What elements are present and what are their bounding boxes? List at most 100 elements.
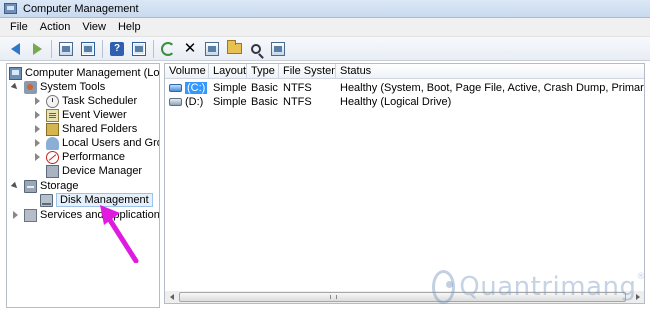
event-viewer-icon bbox=[46, 108, 59, 122]
toolbar-separator bbox=[153, 39, 154, 58]
disk-view-button[interactable] bbox=[269, 40, 287, 58]
tree-item-services[interactable]: Services and Applications bbox=[11, 208, 160, 222]
tree-item-system-tools[interactable]: System Tools bbox=[10, 80, 106, 94]
collapse-arrow-icon[interactable] bbox=[13, 211, 18, 219]
collapse-arrow-icon[interactable] bbox=[35, 97, 40, 105]
console-tree[interactable]: Computer Management (Local System Tools … bbox=[6, 63, 160, 308]
up-folder-icon bbox=[59, 41, 73, 56]
tree-item-label: Disk Management bbox=[56, 193, 153, 207]
console-tree-icon bbox=[81, 41, 95, 56]
collapse-arrow-icon[interactable] bbox=[35, 111, 40, 119]
title-bar: Computer Management bbox=[0, 0, 650, 18]
tree-item-device-manager[interactable]: Device Manager bbox=[46, 164, 142, 178]
folder-icon bbox=[226, 40, 242, 54]
file-system-cell: NTFS bbox=[283, 96, 312, 108]
tree-item-label: System Tools bbox=[40, 81, 106, 93]
horizontal-scrollbar[interactable] bbox=[164, 291, 645, 304]
layout-cell: Simple bbox=[213, 96, 247, 108]
status-cell: Healthy (Logical Drive) bbox=[340, 96, 452, 108]
expand-arrow-icon[interactable] bbox=[10, 82, 20, 92]
status-cell: Healthy (System, Boot, Page File, Active… bbox=[340, 82, 644, 94]
back-arrow-icon bbox=[10, 42, 20, 55]
collapse-arrow-icon[interactable] bbox=[35, 153, 40, 161]
menu-help[interactable]: Help bbox=[112, 18, 147, 37]
menu-bar: File Action View Help bbox=[0, 18, 650, 37]
delete-button[interactable]: ✕ bbox=[181, 40, 199, 58]
tree-item-root[interactable]: Computer Management (Local bbox=[9, 66, 159, 80]
tree-item-label: Task Scheduler bbox=[62, 95, 138, 107]
back-button[interactable] bbox=[6, 40, 24, 58]
refresh-button[interactable] bbox=[159, 40, 177, 58]
help-button[interactable]: ? bbox=[108, 40, 126, 58]
list-header: Volume Layout Type File System Status bbox=[165, 64, 644, 79]
tree-item-label: Event Viewer bbox=[62, 109, 127, 121]
shared-folder-icon bbox=[46, 122, 59, 136]
tree-item-performance[interactable]: Performance bbox=[33, 150, 125, 164]
grip-icon bbox=[330, 295, 337, 299]
column-header-status[interactable]: Status bbox=[336, 64, 644, 79]
tree-item-shared-folders[interactable]: Shared Folders bbox=[33, 122, 137, 136]
help-icon: ? bbox=[110, 41, 124, 56]
table-row[interactable]: (C:) Simple Basic NTFS Healthy (System, … bbox=[165, 81, 644, 95]
column-header-volume[interactable]: Volume bbox=[165, 64, 209, 79]
type-cell: Basic bbox=[251, 82, 278, 94]
properties-icon bbox=[205, 41, 219, 56]
table-row[interactable]: (D:) Simple Basic NTFS Healthy (Logical … bbox=[165, 95, 644, 109]
users-icon bbox=[46, 136, 59, 150]
column-header-layout[interactable]: Layout bbox=[209, 64, 247, 79]
services-icon bbox=[24, 208, 37, 222]
scroll-left-button[interactable] bbox=[165, 291, 178, 303]
tree-item-storage[interactable]: Storage bbox=[10, 179, 79, 193]
magnifier-icon bbox=[251, 43, 261, 54]
system-tools-icon bbox=[24, 80, 37, 94]
scrollbar-thumb[interactable] bbox=[179, 292, 626, 302]
layout-cell: Simple bbox=[213, 82, 247, 94]
tree-item-label: Performance bbox=[62, 151, 125, 163]
disk-view-icon bbox=[271, 41, 285, 56]
tree-item-event-viewer[interactable]: Event Viewer bbox=[33, 108, 127, 122]
type-cell: Basic bbox=[251, 96, 278, 108]
open-folder-button[interactable] bbox=[225, 40, 243, 58]
up-level-button[interactable] bbox=[57, 40, 75, 58]
device-manager-icon bbox=[46, 164, 59, 178]
volume-name: (C:) bbox=[185, 82, 208, 94]
clock-icon bbox=[46, 94, 59, 108]
menu-view[interactable]: View bbox=[76, 18, 112, 37]
performance-icon bbox=[46, 150, 59, 164]
volume-cell: (C:) bbox=[165, 81, 209, 95]
collapse-arrow-icon[interactable] bbox=[35, 125, 40, 133]
tree-item-disk-management[interactable]: Disk Management bbox=[40, 193, 153, 207]
toolbar-separator bbox=[51, 39, 52, 58]
forward-button[interactable] bbox=[28, 40, 46, 58]
search-button[interactable] bbox=[247, 40, 265, 58]
tree-item-label: Services and Applications bbox=[40, 209, 160, 221]
toolbar: ? ✕ bbox=[0, 37, 650, 61]
storage-icon bbox=[24, 179, 37, 193]
expand-arrow-icon[interactable] bbox=[10, 181, 20, 191]
scroll-left-icon bbox=[169, 294, 174, 300]
show-hide-console-tree-button[interactable] bbox=[79, 40, 97, 58]
volume-cell: (D:) bbox=[165, 95, 209, 109]
menu-action[interactable]: Action bbox=[34, 18, 77, 37]
scroll-right-icon bbox=[635, 294, 640, 300]
action-pane-icon bbox=[132, 41, 146, 56]
refresh-icon bbox=[161, 41, 175, 56]
tree-item-label: Local Users and Groups bbox=[62, 137, 159, 149]
disk-management-icon bbox=[40, 193, 53, 207]
menu-file[interactable]: File bbox=[4, 18, 34, 37]
toolbar-separator bbox=[102, 39, 103, 58]
show-hide-action-pane-button[interactable] bbox=[130, 40, 148, 58]
tree-item-local-users[interactable]: Local Users and Groups bbox=[33, 136, 159, 150]
tree-item-task-scheduler[interactable]: Task Scheduler bbox=[33, 94, 137, 108]
forward-arrow-icon bbox=[32, 42, 42, 55]
tree-item-label: Device Manager bbox=[62, 165, 143, 177]
properties-button[interactable] bbox=[203, 40, 221, 58]
collapse-arrow-icon[interactable] bbox=[35, 139, 40, 147]
column-header-file-system[interactable]: File System bbox=[279, 64, 336, 79]
delete-x-icon: ✕ bbox=[183, 39, 197, 57]
column-header-type[interactable]: Type bbox=[247, 64, 279, 79]
volume-list[interactable]: Volume Layout Type File System Status (C… bbox=[164, 63, 645, 292]
scroll-right-button[interactable] bbox=[631, 291, 644, 303]
computer-management-icon bbox=[4, 3, 17, 14]
tree-item-label: Shared Folders bbox=[62, 123, 138, 135]
